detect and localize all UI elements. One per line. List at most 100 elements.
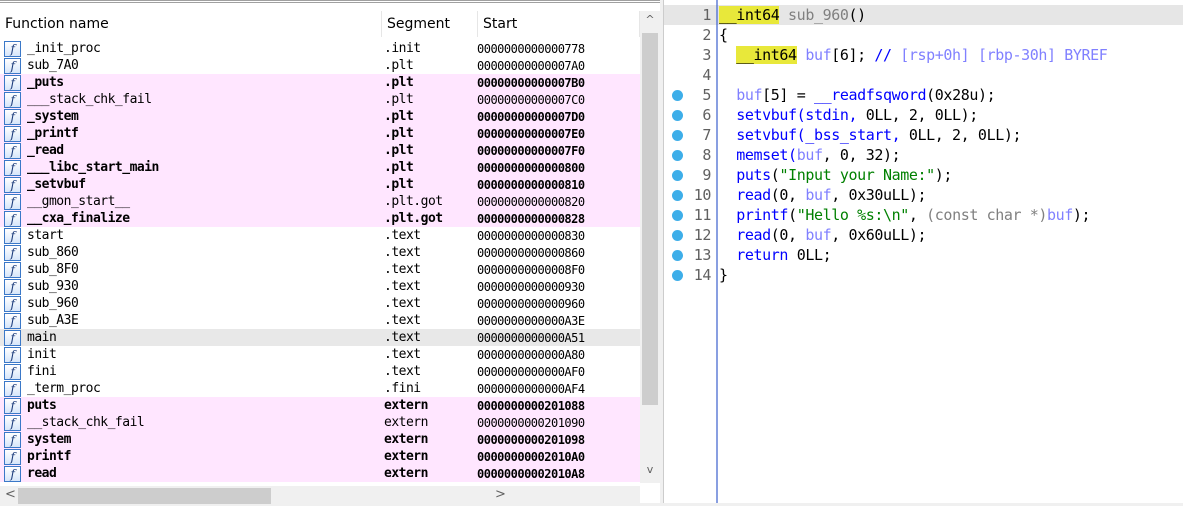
code-line[interactable]: 12 read(0, buf, 0x60uLL); xyxy=(664,225,1183,245)
pseudocode-panel[interactable]: 1 __int64 sub_960() 2{3 __int64 buf[6]; //… xyxy=(663,0,1183,503)
function-row[interactable]: f sub_8F0 .text 00000000000008F0 xyxy=(0,261,640,278)
function-row[interactable]: f init .text 0000000000000A80 xyxy=(0,346,640,363)
function-segment: .text xyxy=(384,279,421,294)
function-row[interactable]: f sub_860 .text 0000000000000860 xyxy=(0,244,640,261)
function-row[interactable]: f read extern 00000000002010A8 xyxy=(0,465,640,482)
code-token: buf xyxy=(805,226,832,244)
function-start: 0000000000000800 xyxy=(477,160,585,175)
column-header-function-name[interactable]: Function name xyxy=(0,11,382,37)
function-row[interactable]: f start .text 0000000000000830 xyxy=(0,227,640,244)
code-line[interactable]: 9 puts("Input your Name:"); xyxy=(664,165,1183,185)
function-row[interactable]: f __gmon_start__ .plt.got 00000000000008… xyxy=(0,193,640,210)
function-icon: f xyxy=(4,142,21,159)
code-token: printf xyxy=(736,206,789,224)
function-name: _term_proc xyxy=(27,381,101,396)
function-row[interactable]: f fini .text 0000000000000AF0 xyxy=(0,363,640,380)
function-row[interactable]: f _printf .plt 00000000000007E0 xyxy=(0,125,640,142)
code-token: // xyxy=(874,46,892,64)
column-header-segment[interactable]: Segment xyxy=(382,11,478,37)
code-token: setvbuf(stdin, xyxy=(736,106,866,124)
scroll-left-icon[interactable]: < xyxy=(5,487,16,502)
function-row[interactable]: f sub_930 .text 0000000000000930 xyxy=(0,278,640,295)
function-row[interactable]: f sub_A3E .text 0000000000000A3E xyxy=(0,312,640,329)
function-segment: .plt.got xyxy=(384,211,443,226)
function-row[interactable]: f _setvbuf .plt 0000000000000810 xyxy=(0,176,640,193)
code-text: read(0, buf, 0x60uLL); xyxy=(719,225,926,245)
function-segment: .plt.got xyxy=(384,194,443,209)
line-number: 13 xyxy=(693,246,712,264)
code-line[interactable]: 7 setvbuf(_bss_start, 0LL, 2, 0LL); xyxy=(664,125,1183,145)
function-start: 00000000000007D0 xyxy=(477,109,585,124)
code-line[interactable]: 14} xyxy=(664,265,1183,285)
code-line[interactable]: 1 __int64 sub_960() xyxy=(664,5,1183,25)
function-segment: extern xyxy=(384,415,428,430)
code-token: setvbuf(_bss_start, xyxy=(736,126,909,144)
code-token: "Hello %s:\n" xyxy=(796,206,910,224)
code-text: __int64 sub_960() xyxy=(719,5,866,25)
function-row[interactable]: f sub_960 .text 0000000000000960 xyxy=(0,295,640,312)
function-icon: f xyxy=(4,295,21,312)
function-row[interactable]: f ___libc_start_main .plt 00000000000008… xyxy=(0,159,640,176)
function-start: 00000000000008F0 xyxy=(477,262,585,277)
function-icon: f xyxy=(4,465,21,482)
code-token: __int64 xyxy=(736,46,797,64)
code-line[interactable]: 3 __int64 buf[6]; // [rsp+0h] [rbp-30h] … xyxy=(664,45,1183,65)
code-line[interactable]: 10 read(0, buf, 0x30uLL); xyxy=(664,185,1183,205)
function-start: 00000000000007B0 xyxy=(477,75,585,90)
code-line[interactable]: 2{ xyxy=(664,25,1183,45)
scroll-down-icon[interactable]: v xyxy=(640,463,660,481)
function-start: 0000000000000AF4 xyxy=(477,381,585,396)
code-token: read xyxy=(736,186,771,204)
function-row[interactable]: f _init_proc .init 0000000000000778 xyxy=(0,40,640,57)
function-row[interactable]: f _read .plt 00000000000007F0 xyxy=(0,142,640,159)
code-line[interactable]: 8 memset(buf, 0, 32); xyxy=(664,145,1183,165)
line-number: 5 xyxy=(702,86,711,104)
scroll-up-icon[interactable]: ^ xyxy=(640,13,660,31)
function-icon: f xyxy=(4,261,21,278)
code-token: (0, xyxy=(770,226,806,244)
function-row[interactable]: f _puts .plt 00000000000007B0 xyxy=(0,74,640,91)
code-line[interactable]: 4 xyxy=(664,65,1183,85)
function-row[interactable]: f sub_7A0 .plt 00000000000007A0 xyxy=(0,57,640,74)
function-start: 00000000000007A0 xyxy=(477,58,585,73)
gutter-separator xyxy=(716,0,718,503)
function-icon: f xyxy=(4,312,21,329)
function-segment: .text xyxy=(384,364,421,379)
function-name: puts xyxy=(27,398,57,413)
function-start: 0000000000201090 xyxy=(477,415,585,430)
scroll-thumb[interactable] xyxy=(642,33,658,405)
code-token: buf xyxy=(796,46,832,64)
code-line[interactable]: 11 printf("Hello %s:\n", (const char *)b… xyxy=(664,205,1183,225)
function-start: 0000000000000828 xyxy=(477,211,585,226)
line-number: 3 xyxy=(702,46,711,64)
function-icon: f xyxy=(4,176,21,193)
code-line[interactable]: 13 return 0LL; xyxy=(664,245,1183,265)
scroll-thumb[interactable] xyxy=(18,488,271,504)
function-row[interactable]: f printf extern 00000000002010A0 xyxy=(0,448,640,465)
function-name: __stack_chk_fail xyxy=(27,415,145,430)
function-row[interactable]: f _system .plt 00000000000007D0 xyxy=(0,108,640,125)
function-row[interactable]: f __stack_chk_fail extern 00000000002010… xyxy=(0,414,640,431)
function-name: main xyxy=(27,330,57,345)
vertical-scrollbar[interactable]: ^ v xyxy=(640,11,660,483)
scroll-right-icon[interactable]: > xyxy=(495,487,506,502)
horizontal-scrollbar[interactable]: < > xyxy=(0,486,640,506)
function-row[interactable]: f ___stack_chk_fail .plt 00000000000007C… xyxy=(0,91,640,108)
line-number: 14 xyxy=(693,266,712,284)
function-segment: .plt xyxy=(384,109,414,124)
code-line[interactable]: 5 buf[5] = __readfsqword(0x28u); xyxy=(664,85,1183,105)
code-token: } xyxy=(719,266,728,284)
function-row[interactable]: f main .text 0000000000000A51 xyxy=(0,329,640,346)
column-header-start[interactable]: Start xyxy=(478,11,640,37)
code-line[interactable]: 6 setvbuf(stdin, 0LL, 2, 0LL); xyxy=(664,105,1183,125)
function-row[interactable]: f system extern 0000000000201098 xyxy=(0,431,640,448)
function-name: sub_930 xyxy=(27,279,79,294)
code-token: memset( xyxy=(736,146,797,164)
function-row[interactable]: f _term_proc .fini 0000000000000AF4 xyxy=(0,380,640,397)
function-row[interactable]: f __cxa_finalize .plt.got 00000000000008… xyxy=(0,210,640,227)
function-name: _system xyxy=(27,109,79,124)
function-row[interactable]: f puts extern 0000000000201088 xyxy=(0,397,640,414)
function-start: 00000000002010A0 xyxy=(477,449,585,464)
